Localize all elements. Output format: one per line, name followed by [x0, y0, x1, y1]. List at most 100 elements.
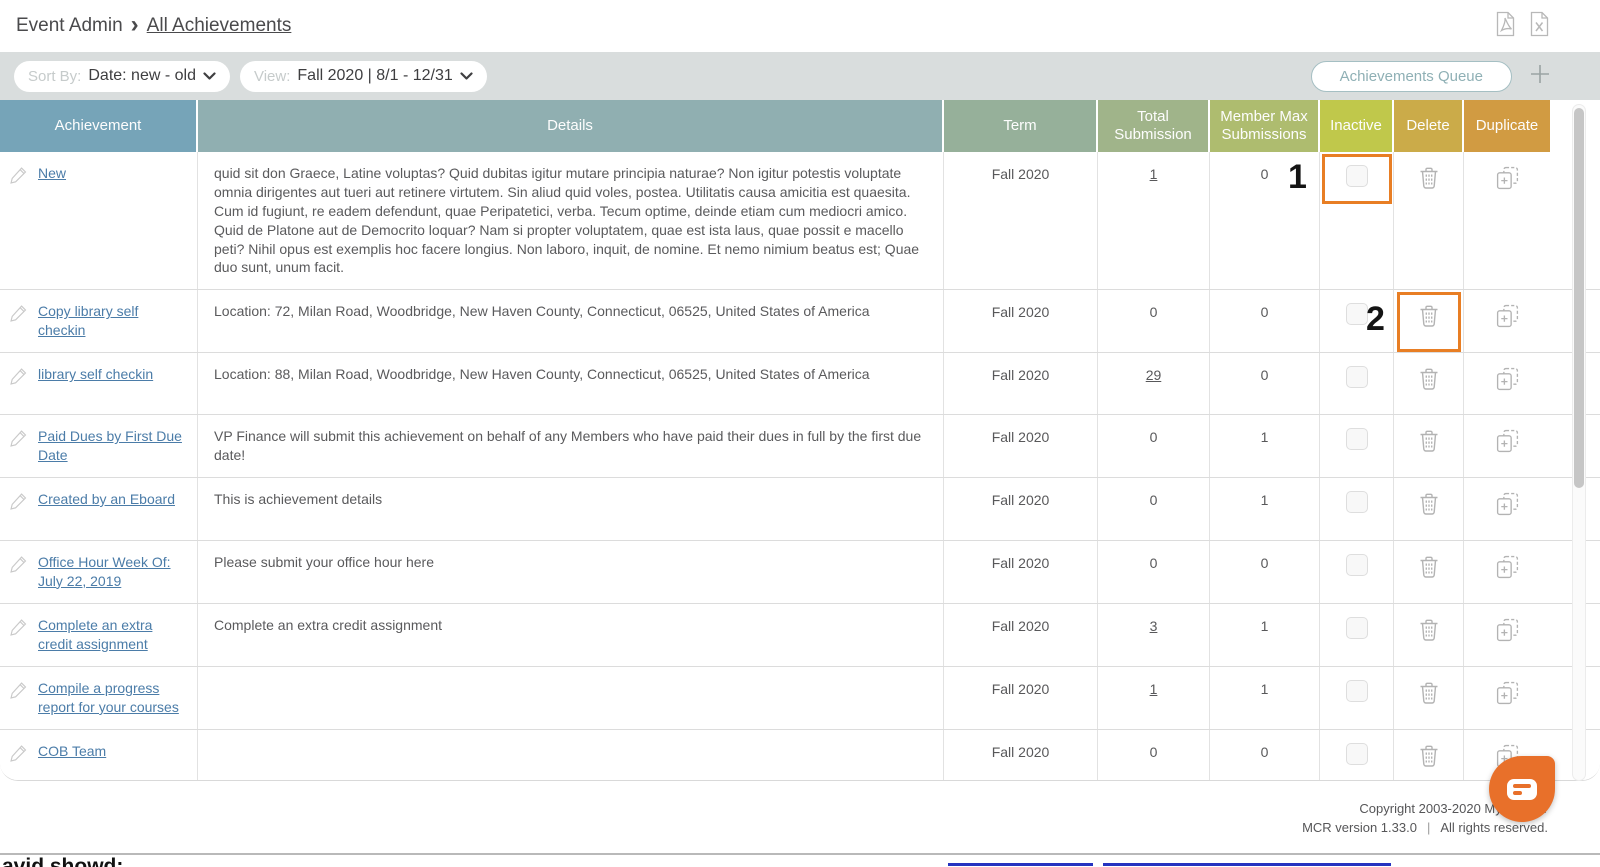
chat-button[interactable]	[1489, 756, 1555, 822]
achievement-link[interactable]: Copy library self checkin	[38, 302, 187, 340]
total-submission-value[interactable]: 3	[1150, 618, 1158, 634]
inactive-checkbox[interactable]	[1345, 616, 1368, 639]
table-header-row: Achievement Details Term Total Submissio…	[0, 100, 1600, 152]
inactive-checkbox[interactable]	[1345, 165, 1368, 187]
achievement-link[interactable]: New	[38, 164, 66, 277]
total-submission-cell: 1	[1098, 152, 1210, 290]
pencil-icon[interactable]	[8, 680, 29, 717]
delete-cell	[1394, 666, 1464, 729]
achievement-cell: Complete an extra credit assignment	[0, 603, 198, 666]
total-submission-value[interactable]: 1	[1150, 681, 1158, 697]
chat-icon	[1507, 778, 1537, 800]
pencil-icon[interactable]	[8, 554, 29, 591]
term-cell: Fall 2020	[944, 477, 1098, 540]
delete-trash-icon[interactable]	[1417, 303, 1441, 340]
inactive-checkbox[interactable]	[1345, 366, 1368, 389]
pencil-icon[interactable]	[8, 366, 29, 402]
total-submission-value[interactable]: 0	[1150, 429, 1158, 445]
member-max-cell: 0	[1210, 353, 1320, 415]
duplicate-icon[interactable]	[1495, 680, 1520, 717]
view-dropdown[interactable]: View: Fall 2020 | 8/1 - 12/31	[239, 60, 487, 92]
toolbar-right: Achievements Queue	[1310, 60, 1552, 92]
achievement-cell: COB Team	[0, 729, 198, 780]
pencil-icon[interactable]	[8, 743, 29, 777]
achievement-link[interactable]: library self checkin	[38, 365, 153, 402]
term-cell: Fall 2020	[944, 152, 1098, 290]
delete-trash-icon[interactable]	[1417, 366, 1441, 402]
add-achievement-button[interactable]	[1528, 62, 1552, 91]
inactive-checkbox[interactable]	[1345, 742, 1368, 765]
details-cell: quid sit don Graece, Latine voluptas? Qu…	[198, 152, 944, 290]
delete-trash-icon[interactable]	[1417, 491, 1441, 528]
achievement-cell: Copy library self checkin	[0, 290, 198, 353]
duplicate-icon[interactable]	[1495, 554, 1520, 591]
export-excel-icon[interactable]	[1526, 10, 1552, 43]
annotation-marker-2: 2	[1366, 300, 1385, 339]
total-submission-value[interactable]: 0	[1150, 555, 1158, 571]
achievement-link[interactable]: Compile a progress report for your cours…	[38, 679, 187, 717]
duplicate-icon[interactable]	[1495, 428, 1520, 465]
pencil-icon[interactable]	[8, 303, 29, 340]
table-row: Office Hour Week Of: July 22, 2019 Pleas…	[0, 540, 1600, 604]
total-submission-value[interactable]: 1	[1150, 166, 1158, 182]
duplicate-icon[interactable]	[1495, 366, 1520, 402]
details-cell: Location: 72, Milan Road, Woodbridge, Ne…	[198, 290, 944, 353]
duplicate-cell	[1464, 152, 1550, 289]
duplicate-cell	[1464, 415, 1550, 477]
duplicate-icon[interactable]	[1495, 617, 1520, 654]
breadcrumb-section: Event Admin	[16, 15, 123, 36]
delete-trash-icon[interactable]	[1417, 680, 1441, 717]
term-cell: Fall 2020	[944, 540, 1098, 603]
total-submission-value[interactable]: 0	[1150, 492, 1158, 508]
total-submission-cell: 1	[1098, 666, 1210, 729]
achievement-cell: Created by an Eboard	[0, 477, 198, 540]
achievement-link[interactable]: Complete an extra credit assignment	[38, 616, 187, 654]
breadcrumb-page-link[interactable]: All Achievements	[147, 15, 292, 37]
delete-cell	[1394, 290, 1464, 353]
total-submission-value[interactable]: 29	[1146, 367, 1162, 383]
inactive-checkbox[interactable]	[1345, 303, 1368, 326]
duplicate-icon[interactable]	[1495, 165, 1520, 277]
pencil-icon[interactable]	[8, 617, 29, 654]
clipped-link-underline	[1103, 855, 1391, 866]
total-submission-value[interactable]: 0	[1150, 744, 1158, 760]
total-submission-cell: 0	[1098, 477, 1210, 540]
delete-trash-icon[interactable]	[1417, 428, 1441, 465]
sort-by-dropdown[interactable]: Sort By: Date: new - old	[14, 60, 230, 92]
member-max-cell: 1	[1210, 477, 1320, 540]
delete-trash-icon[interactable]	[1417, 165, 1441, 277]
scrollbar[interactable]	[1572, 104, 1586, 781]
achievement-link[interactable]: Paid Dues by First Due Date	[38, 427, 187, 465]
table-row: Copy library self checkin Location: 72, …	[0, 290, 1600, 354]
achievements-queue-button[interactable]: Achievements Queue	[1310, 60, 1512, 92]
delete-trash-icon[interactable]	[1417, 743, 1441, 777]
achievement-link[interactable]: COB Team	[38, 742, 106, 777]
export-pdf-icon[interactable]	[1492, 10, 1518, 43]
total-submission-value[interactable]: 0	[1150, 304, 1158, 320]
member-max-cell: 1	[1210, 603, 1320, 666]
column-header-duplicate: Duplicate	[1464, 100, 1550, 152]
page-header: Event Admin › All Achievements	[0, 0, 1600, 52]
inactive-checkbox[interactable]	[1345, 490, 1368, 513]
details-cell	[198, 729, 944, 780]
toolbar: Sort By: Date: new - old View: Fall 2020…	[0, 52, 1600, 100]
delete-trash-icon[interactable]	[1417, 617, 1441, 654]
inactive-cell	[1320, 477, 1394, 540]
achievement-cell: New	[0, 152, 198, 290]
scrollbar-thumb[interactable]	[1574, 108, 1584, 488]
inactive-checkbox[interactable]	[1345, 553, 1368, 576]
member-max-cell: 0	[1210, 540, 1320, 603]
achievement-link[interactable]: Created by an Eboard	[38, 490, 175, 528]
pencil-icon[interactable]	[8, 165, 29, 277]
duplicate-icon[interactable]	[1495, 491, 1520, 528]
details-cell: Complete an extra credit assignment	[198, 603, 944, 666]
achievement-link[interactable]: Office Hour Week Of: July 22, 2019	[38, 553, 187, 591]
pencil-icon[interactable]	[8, 491, 29, 528]
column-header-delete: Delete	[1394, 100, 1464, 152]
duplicate-icon[interactable]	[1495, 303, 1520, 340]
term-cell: Fall 2020	[944, 353, 1098, 415]
delete-trash-icon[interactable]	[1417, 554, 1441, 591]
inactive-checkbox[interactable]	[1345, 679, 1368, 702]
inactive-checkbox[interactable]	[1345, 428, 1368, 451]
pencil-icon[interactable]	[8, 428, 29, 465]
